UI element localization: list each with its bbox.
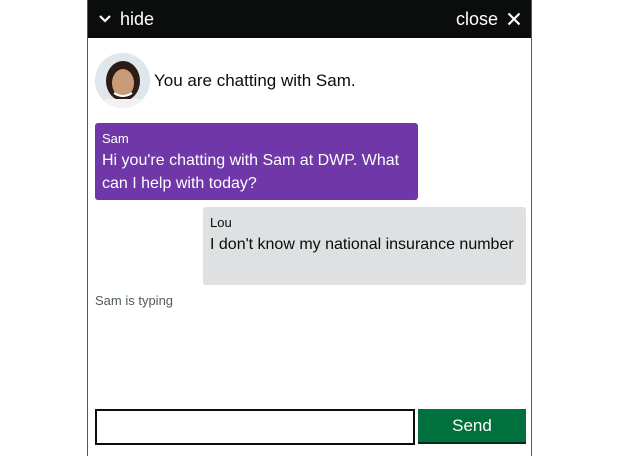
chat-header: hide close — [88, 0, 531, 38]
agent-avatar-image — [95, 53, 150, 108]
close-button[interactable]: close — [456, 0, 521, 38]
chevron-down-icon — [99, 15, 111, 23]
agent-avatar — [95, 53, 150, 108]
message-text: I don't know my national insurance numbe… — [210, 236, 514, 253]
close-label: close — [455, 8, 498, 29]
message-sender: Sam — [102, 131, 129, 146]
message-input[interactable] — [95, 409, 415, 445]
message-text: Hi you're chatting with Sam at DWP. What… — [102, 152, 400, 192]
agent-intro: You are chatting with Sam. — [95, 52, 356, 109]
hide-button[interactable]: hide — [98, 0, 154, 38]
user-message: Lou I don't know my national insurance n… — [203, 207, 526, 285]
chat-window: hide close You are chatting with Sam. Sa… — [87, 0, 532, 456]
typing-indicator: Sam is typing — [95, 293, 174, 308]
close-icon — [507, 12, 521, 26]
agent-message: Sam Hi you're chatting with Sam at DWP. … — [95, 123, 418, 200]
message-sender: Lou — [210, 215, 232, 230]
hide-label: hide — [120, 8, 155, 29]
intro-text: You are chatting with Sam. — [154, 70, 356, 90]
send-button[interactable]: Send — [418, 409, 526, 444]
